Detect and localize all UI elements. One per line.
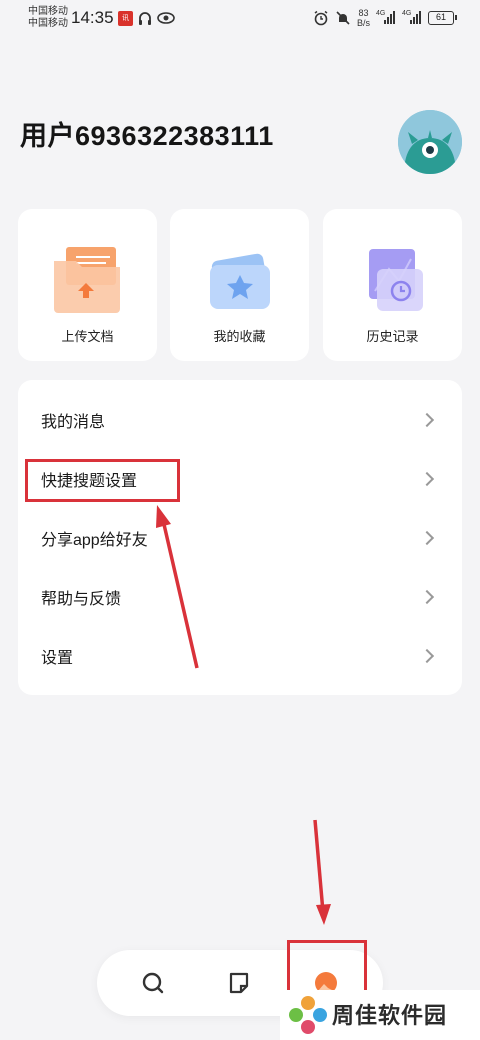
menu-item-label: 帮助与反馈 — [41, 590, 122, 608]
monster-avatar-icon — [398, 110, 462, 174]
nav-search-button[interactable] — [137, 967, 169, 999]
favorites-label: 我的收藏 — [213, 329, 266, 344]
app-notification-icon: 讯 — [118, 10, 133, 26]
watermark-logo-icon — [289, 996, 327, 1034]
avatar[interactable] — [398, 110, 462, 174]
history-icon — [369, 249, 423, 311]
history-card[interactable]: 历史记录 — [323, 209, 462, 361]
chevron-right-icon — [419, 412, 435, 427]
status-time: 14:35 — [71, 8, 114, 27]
signal-1-icon: 4G — [376, 10, 396, 26]
favorites-card[interactable]: 我的收藏 — [170, 209, 309, 361]
history-label: 历史记录 — [366, 329, 419, 344]
menu-item-settings[interactable]: 设置 — [18, 626, 462, 685]
menu-list: 我的消息 快捷搜题设置 分享app给好友 帮助与反馈 设置 — [18, 380, 462, 695]
watermark: 周佳软件园 — [280, 990, 480, 1040]
signal-2-icon: 4G — [402, 10, 422, 26]
menu-item-label: 分享app给好友 — [41, 531, 148, 549]
username[interactable]: 用户6936322383111 — [20, 114, 274, 153]
search-icon — [142, 972, 164, 994]
alarm-icon — [314, 10, 328, 26]
battery-icon: 61 — [428, 11, 457, 25]
notes-icon — [229, 972, 249, 994]
carrier-info: 中国移动 中国移动 — [28, 6, 68, 30]
net-speed: 83 B/s — [357, 8, 370, 28]
menu-item-messages[interactable]: 我的消息 — [18, 390, 462, 449]
mute-bell-icon — [336, 11, 350, 25]
status-bar: 中国移动 中国移动 14:35 讯 83 B/s 4G 4G 61 — [0, 0, 480, 36]
nav-notes-button[interactable] — [223, 967, 255, 999]
net-speed-value: 83 — [358, 8, 369, 18]
watermark-text: 周佳软件园 — [332, 1004, 448, 1029]
annotation-highlight-box — [25, 459, 180, 502]
favorites-icon — [210, 253, 270, 309]
annotation-arrow-nav — [313, 819, 331, 925]
menu-item-label: 我的消息 — [41, 413, 106, 431]
headphones-icon — [139, 12, 151, 25]
chevron-right-icon — [419, 648, 435, 663]
menu-item-share-app[interactable]: 分享app给好友 — [18, 508, 462, 567]
net-speed-unit: B/s — [356, 18, 370, 28]
menu-item-help-feedback[interactable]: 帮助与反馈 — [18, 567, 462, 626]
chevron-right-icon — [419, 589, 435, 604]
menu-item-label: 设置 — [41, 649, 74, 667]
upload-doc-label: 上传文档 — [61, 329, 114, 344]
chevron-right-icon — [419, 530, 435, 545]
notification-icons: 讯 — [118, 10, 175, 26]
chevron-right-icon — [419, 471, 435, 486]
quick-actions: 上传文档 我的收藏 历史记录 — [18, 209, 462, 361]
carrier-1: 中国移动 — [28, 6, 68, 17]
upload-folder-icon — [54, 247, 120, 313]
system-icons: 83 B/s 4G 4G 61 — [313, 8, 457, 28]
eye-icon — [157, 12, 175, 24]
upload-doc-card[interactable]: 上传文档 — [18, 209, 157, 361]
carrier-2: 中国移动 — [28, 18, 68, 29]
